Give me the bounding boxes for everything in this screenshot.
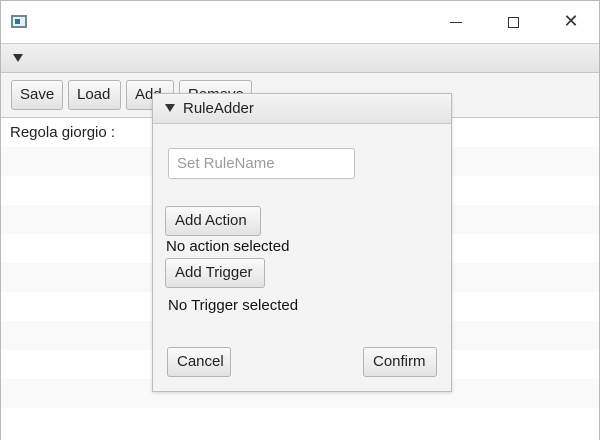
- cancel-button[interactable]: Cancel: [167, 347, 231, 377]
- add-trigger-button[interactable]: Add Trigger: [165, 258, 265, 288]
- title-bar: ✕: [1, 1, 599, 43]
- menu-toggle[interactable]: [1, 43, 599, 73]
- chevron-down-icon[interactable]: [165, 104, 175, 112]
- chevron-down-icon: [13, 54, 23, 62]
- list-item[interactable]: [1, 408, 599, 437]
- load-button[interactable]: Load: [68, 80, 121, 110]
- confirm-button[interactable]: Confirm: [363, 347, 437, 377]
- minimize-button[interactable]: [441, 9, 471, 35]
- close-button[interactable]: ✕: [556, 9, 586, 35]
- rule-name-input[interactable]: [168, 148, 355, 179]
- maximize-icon: [507, 16, 519, 28]
- main-window: ✕ Save Load Add Remove Regola giorgio : …: [0, 0, 600, 440]
- trigger-status-label: No Trigger selected: [168, 297, 299, 314]
- rule-adder-dialog: RuleAdder Add Action No action selected …: [152, 93, 452, 392]
- app-window-icon: [11, 15, 27, 28]
- dialog-header[interactable]: RuleAdder: [153, 94, 451, 124]
- maximize-button[interactable]: [498, 9, 528, 35]
- save-button[interactable]: Save: [11, 80, 63, 110]
- dialog-title: RuleAdder: [183, 100, 254, 117]
- action-status-label: No action selected: [166, 238, 290, 255]
- close-icon: ✕: [563, 11, 579, 32]
- add-action-button[interactable]: Add Action: [165, 206, 261, 236]
- minimize-icon: [450, 21, 462, 23]
